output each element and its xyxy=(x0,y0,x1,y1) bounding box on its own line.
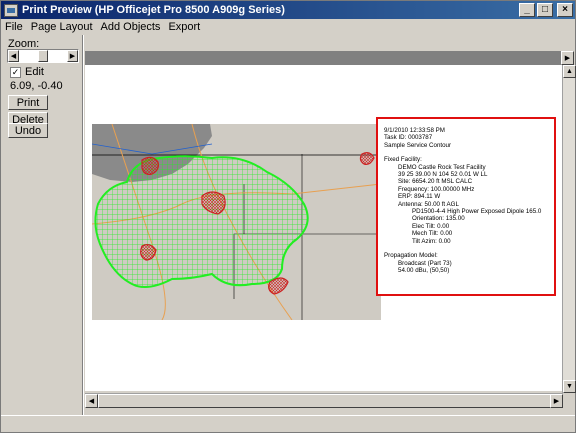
horizontal-scroll-thumb[interactable] xyxy=(98,394,552,408)
menu-export[interactable]: Export xyxy=(164,21,204,33)
info-line: 9/1/2010 12:33:58 PM xyxy=(384,127,445,134)
scroll-down-arrow-icon[interactable]: ▼ xyxy=(563,380,576,393)
edit-checkbox[interactable]: ✓ xyxy=(10,66,21,78)
scroll-right-arrow-icon[interactable]: ▶ xyxy=(561,51,574,65)
cursor-coordinates: 6.09, -0.40 xyxy=(10,80,63,92)
info-line: Tilt Azim: 0.00 xyxy=(412,237,451,245)
coverage-map[interactable] xyxy=(92,124,381,320)
window-controls: _ □ × xyxy=(519,3,573,17)
scroll-up-arrow-icon[interactable]: ▲ xyxy=(563,65,576,78)
scroll-right-arrow-icon[interactable]: ▶ xyxy=(550,394,563,408)
left-panel: Zoom: ◀ ▶ ✓ Edit 6.09, -0.40 Print Delet… xyxy=(1,35,83,415)
page-header-strip: ▶ xyxy=(85,51,574,65)
print-preview-window: Print Preview (HP Officejet Pro 8500 A90… xyxy=(0,0,576,433)
menu-file[interactable]: File xyxy=(1,21,27,33)
interference-area-1 xyxy=(141,156,159,175)
info-line: 39 25 39.00 N 104 52 0.01 W LL xyxy=(398,171,488,179)
edit-checkbox-row[interactable]: ✓ Edit xyxy=(10,66,44,78)
printer-icon xyxy=(4,3,18,17)
zoom-slider[interactable]: ◀ ▶ xyxy=(7,49,79,63)
info-line: Frequency: 100.00000 MHz xyxy=(398,185,475,193)
info-lines: 9/1/2010 12:33:58 PM Task ID: 0003787 Samp… xyxy=(384,127,554,274)
close-button[interactable]: × xyxy=(557,3,573,17)
info-line: Propagation Model: xyxy=(384,252,438,260)
info-line: Fixed Facility: xyxy=(384,156,422,164)
slider-left-arrow-icon[interactable]: ◀ xyxy=(8,50,19,62)
zoom-slider-thumb[interactable] xyxy=(38,50,48,62)
status-bar xyxy=(1,415,575,432)
facility-info-box[interactable]: 9/1/2010 12:33:58 PM Task ID: 0003787 Samp… xyxy=(376,117,556,296)
edit-label: Edit xyxy=(25,66,44,78)
info-line: DEMO Castle Rock Test Facility xyxy=(398,163,486,171)
info-line xyxy=(384,245,554,252)
slider-right-arrow-icon[interactable]: ▶ xyxy=(67,50,78,62)
vertical-scrollbar[interactable]: ▲ ▼ xyxy=(562,65,576,393)
info-line: Broadcast (Part 73) xyxy=(398,259,452,267)
menu-page-layout[interactable]: Page Layout xyxy=(27,21,97,33)
title-bar[interactable]: Print Preview (HP Officejet Pro 8500 A90… xyxy=(1,1,575,19)
info-line: Task ID: 0003787 xyxy=(384,134,433,142)
info-line: ERP: 894.11 W xyxy=(398,193,441,201)
info-line: Mech Tilt: 0.00 xyxy=(412,230,453,238)
horizontal-scrollbar[interactable]: ◀ ▶ xyxy=(85,393,563,408)
scroll-left-arrow-icon[interactable]: ◀ xyxy=(85,394,98,408)
info-line: 54.00 dBu, (50,50) xyxy=(398,266,450,274)
info-line: Elec Tilt: 0.00 xyxy=(412,222,450,230)
info-line: Site: 6654.20 ft MSL CALC xyxy=(398,178,473,186)
info-line xyxy=(384,149,554,156)
panel-divider[interactable] xyxy=(82,35,84,415)
minimize-button[interactable]: _ xyxy=(519,3,535,17)
print-button[interactable]: Print xyxy=(8,95,48,110)
undo-button[interactable]: Undo xyxy=(8,123,48,138)
window-title: Print Preview (HP Officejet Pro 8500 A90… xyxy=(22,4,285,16)
menu-bar: File Page Layout Add Objects Export xyxy=(1,18,575,35)
info-line: Sample Service Contour xyxy=(384,141,452,149)
menu-add-objects[interactable]: Add Objects xyxy=(97,21,165,33)
info-line: Antenna: 50.00 ft AGL xyxy=(398,200,459,208)
info-line: PD1500-4-4 High Power Exposed Dipole 165… xyxy=(412,208,542,216)
info-line: Orientation: 135.00 xyxy=(412,215,465,223)
maximize-button[interactable]: □ xyxy=(537,3,553,17)
